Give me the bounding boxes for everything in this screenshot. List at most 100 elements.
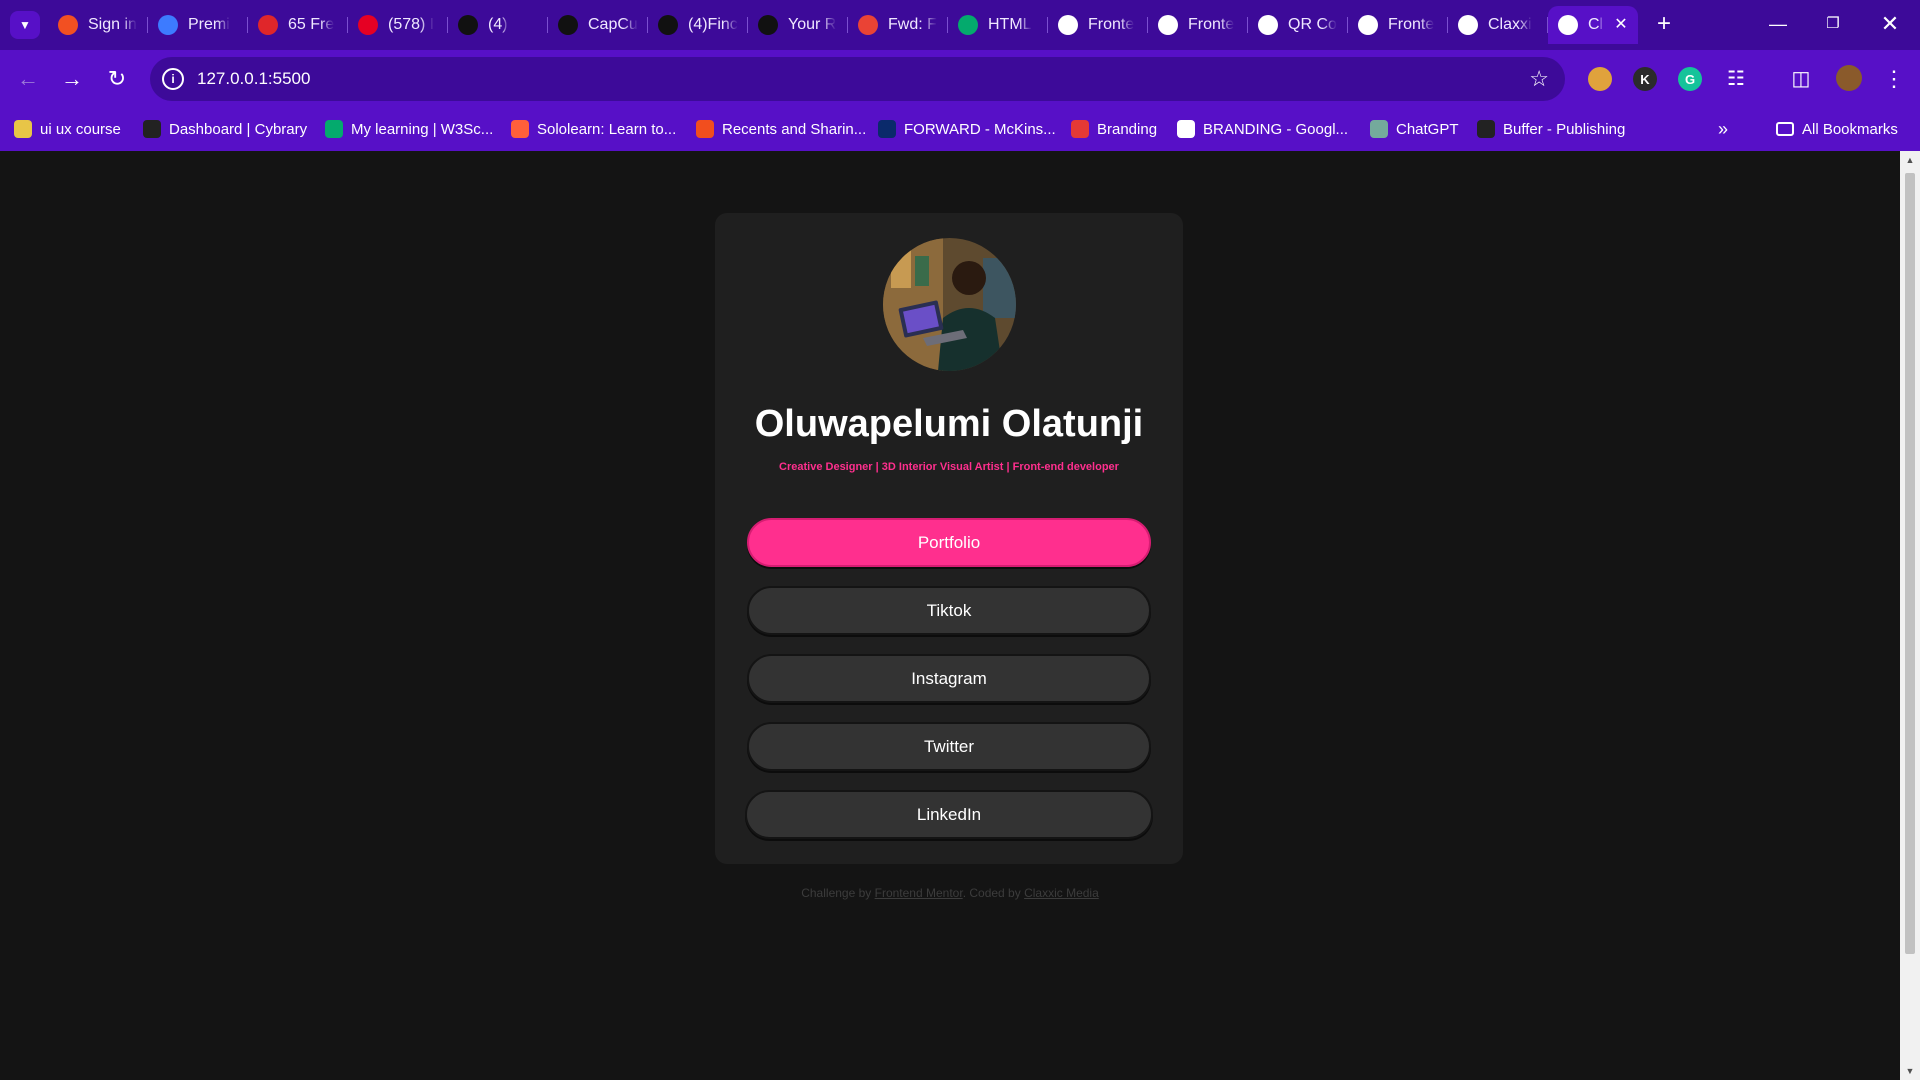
tab-title: Sign in [88, 16, 137, 33]
tab-title: Cl [1588, 16, 1604, 33]
tab-title: Fwd: F [888, 16, 937, 33]
browser-tab[interactable]: CapCu [548, 6, 648, 44]
tiktok-link-button[interactable]: Tiktok [747, 586, 1151, 635]
coded-prefix: . Coded by [962, 886, 1021, 900]
bookmark-label: Dashboard | Cybrary [169, 120, 308, 138]
attribution-footer: Challenge by Frontend Mentor. Coded by C… [0, 886, 1900, 900]
browser-tab[interactable]: QR Co [1248, 6, 1348, 44]
bookmark-item[interactable]: ui ux course [14, 118, 121, 140]
chevron-down-icon: ▼ [19, 18, 31, 32]
browser-tab[interactable]: 65 Fre [248, 6, 348, 44]
f-icon [258, 15, 278, 35]
scroll-down-arrow-icon[interactable]: ▼ [1905, 1066, 1915, 1076]
avatar [883, 238, 1016, 371]
bookmark-label: Sololearn: Learn to... [537, 120, 677, 138]
profile-avatar[interactable] [1836, 65, 1862, 91]
grammarly-icon[interactable]: G [1678, 67, 1702, 91]
claxxic-media-link[interactable]: Claxxic Media [1024, 886, 1099, 900]
bookmark-item[interactable]: Sololearn: Learn to... [511, 118, 676, 140]
tab-title: Your R [788, 16, 837, 33]
vertical-scrollbar[interactable]: ▲ ▼ [1900, 151, 1920, 1080]
new-tab-button[interactable]: + [1650, 10, 1678, 38]
browser-tab[interactable]: Claxxi [1448, 6, 1548, 44]
tab-search-button[interactable]: ▼ [10, 11, 40, 39]
bookmark-item[interactable]: FORWARD - McKins... [878, 118, 1056, 140]
figma-icon [696, 120, 714, 138]
capcut-icon [558, 15, 578, 35]
browser-tab[interactable]: Sign in [48, 6, 148, 44]
extensions-puzzle-icon[interactable]: ☷ [1720, 63, 1752, 95]
browser-chrome: ▼ Sign in Premi 65 Fre (578) I (4) CapCu (4)Fi… [0, 0, 1920, 151]
browser-tab[interactable]: Fronte [1148, 6, 1248, 44]
avatar-photo [883, 238, 1016, 371]
browser-tab[interactable]: Cl ✕ [1548, 6, 1638, 44]
browser-tab[interactable]: Your R [748, 6, 848, 44]
bookmarks-bar: ui ux course Dashboard | Cybrary My learni… [0, 108, 1920, 151]
reload-button[interactable]: ↻ [101, 63, 133, 95]
browser-tab[interactable]: (578) I [348, 6, 448, 44]
scroll-up-arrow-icon[interactable]: ▲ [1905, 155, 1915, 165]
sololearn-icon [511, 120, 529, 138]
tab-strip: ▼ Sign in Premi 65 Fre (578) I (4) CapCu (4)Fi… [0, 0, 1920, 50]
tab-title: CapCu [588, 16, 638, 33]
bookmark-item[interactable]: ChatGPT [1370, 118, 1459, 140]
instagram-link-button[interactable]: Instagram [747, 654, 1151, 703]
page-icon [1158, 15, 1178, 35]
bookmark-label: FORWARD - McKins... [904, 120, 1056, 138]
bookmark-label: ChatGPT [1396, 120, 1459, 138]
bookmark-icon [14, 120, 32, 138]
bookmark-item[interactable]: BRANDING - Googl... [1177, 118, 1348, 140]
site-info-icon[interactable]: i [162, 68, 184, 90]
browser-tab[interactable]: (4) [448, 6, 548, 44]
bookmark-label: BRANDING - Googl... [1203, 120, 1349, 138]
tab-title: HTML [988, 16, 1032, 33]
more-bookmarks-icon[interactable]: » [1718, 118, 1728, 140]
side-panel-icon[interactable]: ◫ [1785, 63, 1817, 95]
tab-title: (4)Finc [688, 16, 738, 33]
close-tab-icon[interactable]: ✕ [1612, 16, 1630, 34]
bookmark-item[interactable]: My learning | W3Sc... [325, 118, 493, 140]
back-button[interactable]: ← [12, 63, 44, 95]
bookmark-item[interactable]: Branding [1071, 118, 1157, 140]
frontend-mentor-link[interactable]: Frontend Mentor [875, 886, 963, 900]
all-bookmarks-button[interactable]: All Bookmarks [1776, 118, 1898, 140]
twitter-link-button[interactable]: Twitter [747, 722, 1151, 771]
browser-tab[interactable]: Fronte [1048, 6, 1148, 44]
restore-icon[interactable]: ❐ [1815, 8, 1851, 40]
google-icon [1177, 120, 1195, 138]
bookmark-star-icon[interactable]: ☆ [1529, 66, 1549, 92]
bookmark-label: Buffer - Publishing [1503, 120, 1626, 138]
scroll-thumb[interactable] [1905, 173, 1915, 954]
cookie-icon[interactable] [1588, 67, 1612, 91]
bookmark-item[interactable]: Dashboard | Cybrary [143, 118, 307, 140]
tab-title: Premi [188, 16, 230, 33]
browser-tab[interactable]: (4)Finc [648, 6, 748, 44]
browser-tab[interactable]: Fronte [1348, 6, 1448, 44]
bookmark-item[interactable]: Buffer - Publishing [1477, 118, 1625, 140]
tab-title: Claxxi [1488, 16, 1532, 33]
forms-icon [158, 15, 178, 35]
profile-card: Oluwapelumi Olatunji Creative Designer |… [715, 213, 1183, 864]
minimize-icon[interactable]: — [1760, 8, 1796, 40]
url-text[interactable]: 127.0.0.1:5500 [197, 69, 310, 89]
portfolio-link-button[interactable]: Portfolio [747, 518, 1151, 567]
close-window-icon[interactable]: ✕ [1872, 8, 1908, 40]
linkedin-link-button[interactable]: LinkedIn [745, 790, 1153, 839]
forward-button[interactable]: → [56, 63, 88, 95]
mckinsey-icon [878, 120, 896, 138]
browser-tab[interactable]: HTML [948, 6, 1048, 44]
k-extension-icon[interactable]: K [1633, 67, 1657, 91]
address-bar[interactable]: i 127.0.0.1:5500 ☆ [150, 57, 1565, 101]
branding-icon [1071, 120, 1089, 138]
bookmark-item[interactable]: Recents and Sharin... [696, 118, 866, 140]
bookmark-label: Branding [1097, 120, 1158, 138]
cybrary-icon [143, 120, 161, 138]
globe-icon [1258, 15, 1278, 35]
tiktok-icon [658, 15, 678, 35]
menu-kebab-icon[interactable]: ⋮ [1878, 63, 1910, 95]
tab-title: 65 Fre [288, 16, 335, 33]
browser-tab[interactable]: Fwd: F [848, 6, 948, 44]
browser-tab[interactable]: Premi [148, 6, 248, 44]
bookmark-label: Recents and Sharin... [722, 120, 867, 138]
globe-icon [1058, 15, 1078, 35]
